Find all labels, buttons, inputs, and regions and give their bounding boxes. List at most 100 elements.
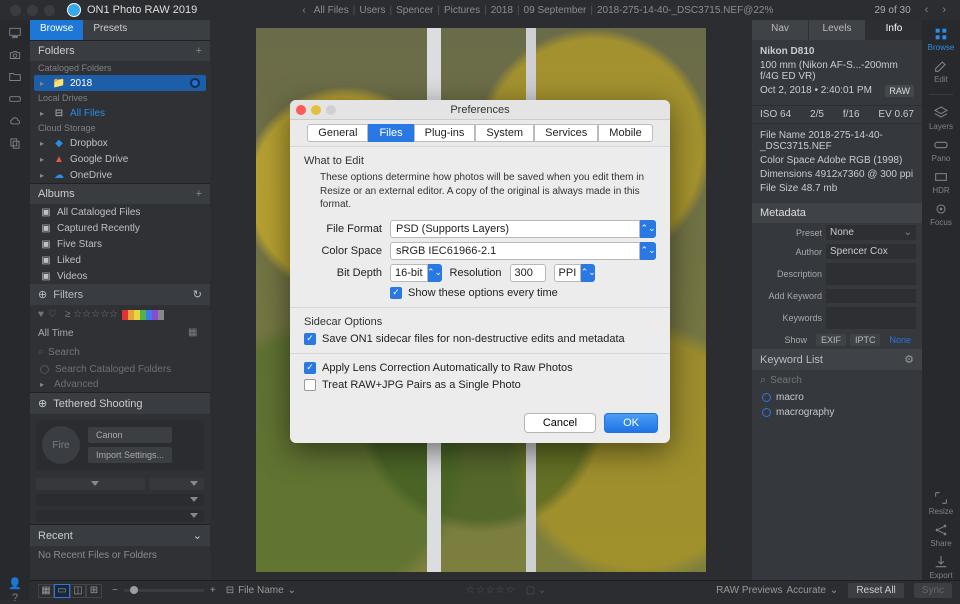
drive-icon[interactable] [7,92,23,106]
color-space-select[interactable]: sRGB IEC61966-2.1⌃⌄ [390,242,656,260]
show-iptc[interactable]: IPTC [850,334,881,346]
add-keyword-row[interactable]: Add Keyword [752,287,922,305]
album-item[interactable]: ▣Videos [30,268,210,284]
checkbox-icon[interactable] [390,287,402,299]
author-row[interactable]: AuthorSpencer Cox [752,242,922,261]
keywords-row[interactable]: Keywords [752,305,922,331]
view-grid-icon[interactable]: ▦ [38,584,54,598]
user-icon[interactable]: 👤 [8,577,22,590]
chevron-down-icon[interactable]: ⌄ [830,585,838,596]
keyword-search-input[interactable] [770,373,914,387]
star-filter[interactable]: ≥ ☆☆☆☆☆ [65,309,118,320]
folders-header[interactable]: Folders + [30,40,210,61]
folder-2018[interactable]: ▸ 📁 2018 [34,75,206,91]
disclosure-icon[interactable]: ▸ [40,79,48,88]
album-item[interactable]: ▣Liked [30,252,210,268]
rawjpg-checkbox[interactable]: Treat RAW+JPG Pairs as a Single Photo [304,379,656,391]
chevron-down-icon[interactable]: ⌄ [193,529,202,542]
folder-icon[interactable] [7,70,23,84]
checkbox-icon[interactable] [304,379,316,391]
fire-button[interactable]: Fire [42,426,80,464]
modal-window-controls[interactable] [296,105,336,115]
cloud-dropbox[interactable]: ▸◆Dropbox [30,135,210,151]
window-controls[interactable] [10,5,55,16]
checkbox-icon[interactable] [304,333,316,345]
tether-slider-1[interactable] [30,476,210,492]
album-item[interactable]: ▣Five Stars [30,236,210,252]
camera-select[interactable]: Canon [88,427,172,443]
cloud-icon[interactable] [7,114,23,128]
refresh-icon[interactable]: ↻ [193,288,202,301]
color-label-none[interactable]: ▢ ⌄ [526,585,547,596]
monitor-icon[interactable] [7,26,23,40]
tab-nav[interactable]: Nav [752,20,809,40]
copy-icon[interactable] [7,136,23,150]
bit-depth-select[interactable]: 16-bit⌃⌄ [390,264,442,282]
calendar-icon[interactable]: ▦ [188,327,202,339]
albums-header[interactable]: Albums + [30,183,210,204]
disclosure-icon[interactable]: ▸ [40,109,48,118]
breadcrumb-item[interactable]: Pictures [444,5,480,16]
file-format-select[interactable]: PSD (Supports Layers)⌃⌄ [390,220,656,238]
mode-pano[interactable]: Pano [932,137,951,163]
breadcrumb-item[interactable]: Users [359,5,385,16]
raw-previews-control[interactable]: RAW Previews Accurate ⌄ [716,585,838,596]
mode-layers[interactable]: Layers [929,105,953,131]
rating-stars[interactable]: ☆☆☆☆☆ [466,585,516,596]
sort-control[interactable]: ⊟ File Name ⌄ [226,585,296,596]
search-cataloged-option[interactable]: Search Cataloged Folders [30,362,210,377]
album-item[interactable]: ▣Captured Recently [30,220,210,236]
modal-tab-general[interactable]: General [307,124,368,142]
modal-tab-mobile[interactable]: Mobile [598,124,652,142]
breadcrumb-back-icon[interactable]: ‹ [298,5,309,16]
sync-button[interactable]: Sync [914,583,952,598]
import-settings-button[interactable]: Import Settings... [88,447,172,463]
checkbox-icon[interactable] [304,362,316,374]
resolution-input[interactable]: 300 [510,264,546,282]
tab-info[interactable]: Info [866,20,922,40]
add-folder-icon[interactable]: + [196,45,202,57]
cancel-button[interactable]: Cancel [524,413,596,433]
lens-correction-checkbox[interactable]: Apply Lens Correction Automatically to R… [304,362,656,374]
tether-slider-3[interactable] [30,508,210,524]
breadcrumb-item[interactable]: 09 September [524,5,587,16]
rating-filter-row[interactable]: ♥ ♡ ≥ ☆☆☆☆☆ [30,305,210,324]
mode-edit[interactable]: Edit [933,58,949,84]
heart-outline-icon[interactable]: ♡ [48,309,57,320]
breadcrumb-item[interactable]: All Files [314,5,349,16]
album-item[interactable]: ▣All Cataloged Files [30,204,210,220]
gear-icon[interactable]: ⚙ [904,353,914,366]
add-album-icon[interactable]: + [196,188,202,200]
metadata-header[interactable]: Metadata [752,203,922,223]
modal-tab-services[interactable]: Services [534,124,598,142]
folder-all-files[interactable]: ▸ ⊟ All Files [30,105,210,121]
help-icon[interactable]: ? [12,592,18,604]
mode-share[interactable]: Share [930,522,951,548]
preset-row[interactable]: PresetNone [752,223,922,242]
tab-browse[interactable]: Browse [30,20,83,40]
ok-button[interactable]: OK [604,413,658,433]
keyword-list-header[interactable]: Keyword List ⚙ [752,349,922,370]
modal-tab-system[interactable]: System [475,124,534,142]
show-options-checkbox[interactable]: Show these options every time [390,287,656,299]
mode-browse[interactable]: Browse [928,26,955,52]
tether-slider-2[interactable] [30,492,210,508]
camera-icon[interactable] [7,48,23,62]
prev-image-icon[interactable]: ‹ [921,4,933,16]
show-exif[interactable]: EXIF [816,334,846,346]
view-single-icon[interactable]: ▭ [54,584,70,598]
advanced-option[interactable]: ▸Advanced [30,377,210,392]
time-range-row[interactable]: All Time ▦ [30,324,210,342]
color-label-filter[interactable] [122,310,164,320]
sidecar-checkbox[interactable]: Save ON1 sidecar files for non-destructi… [304,333,656,345]
recent-header[interactable]: Recent ⌄ [30,524,210,546]
modal-tab-files[interactable]: Files [368,124,413,142]
mode-focus[interactable]: Focus [930,201,952,227]
heart-icon[interactable]: ♥ [38,309,44,320]
show-none[interactable]: None [884,334,916,346]
mode-resize[interactable]: Resize [929,490,953,516]
filter-search[interactable]: ⌕ [30,342,210,362]
breadcrumb-item[interactable]: 2018 [491,5,513,16]
modal-tab-plugins[interactable]: Plug-ins [414,124,476,142]
zoom-slider[interactable]: −+ [112,585,216,596]
